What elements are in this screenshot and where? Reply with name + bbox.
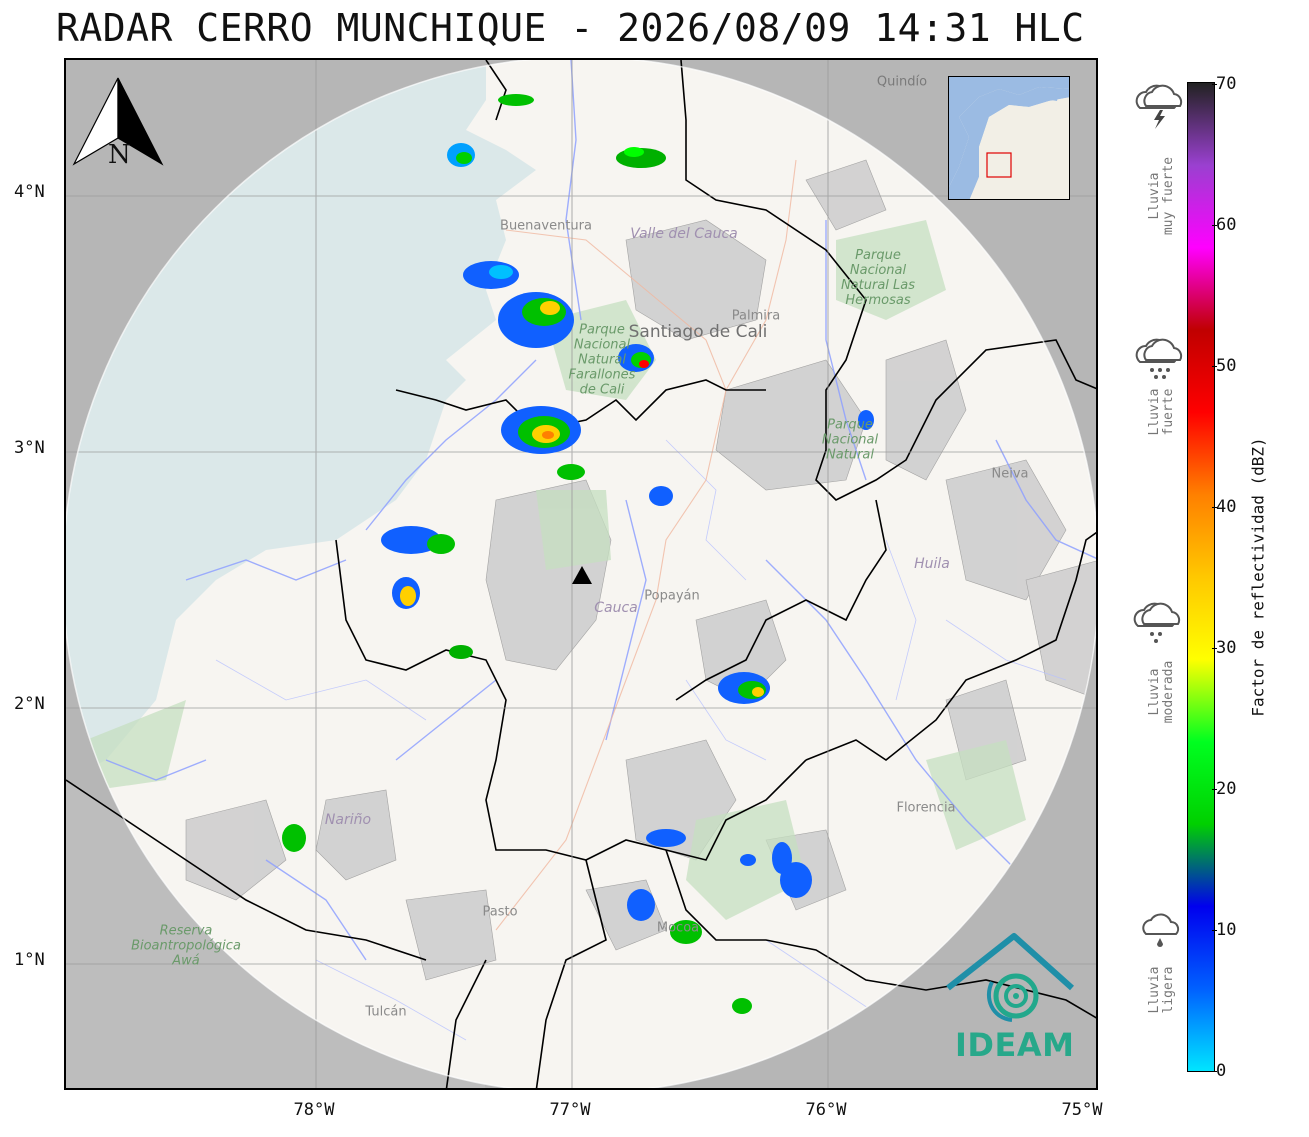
lat-tick-label: 2°N	[14, 694, 45, 714]
rain-category-sublabel: fuerte	[1161, 388, 1176, 436]
place-label: Santiago de Cali	[628, 322, 768, 342]
colorbar-tick: 0	[1211, 1061, 1227, 1081]
place-label: Cauca	[594, 600, 638, 616]
colorbar-tick: 10	[1211, 920, 1237, 940]
reflectivity-colorbar	[1187, 82, 1215, 1072]
lat-tick-label: 3°N	[14, 438, 45, 458]
colorbar-tick: 20	[1211, 779, 1237, 799]
radar-echo	[649, 486, 673, 506]
rain-category-label: Lluvia	[1147, 388, 1162, 436]
place-label: Buenaventura	[500, 218, 592, 234]
rain-category-sublabel: ligera	[1161, 966, 1176, 1014]
colorbar-tick: 50	[1211, 356, 1237, 376]
place-label: Tulcán	[365, 1004, 407, 1020]
lat-tick-label: 4°N	[14, 182, 45, 202]
place-label: Pasto	[482, 904, 518, 920]
radar-echo	[646, 829, 686, 847]
place-label: Valle del Cauca	[630, 226, 738, 242]
north-label: N	[108, 140, 131, 170]
radar-echo	[498, 94, 534, 106]
place-label: Parque Nacional Natural	[821, 417, 879, 463]
colorbar-title: Factor de reflectividad (dBZ)	[1248, 437, 1268, 717]
place-label: Quindío	[876, 74, 928, 90]
lon-tick-label: 77°W	[549, 1100, 591, 1120]
rain-category-sublabel: moderada	[1161, 660, 1176, 724]
radar-echo	[449, 645, 473, 659]
moderate-rain-cloud-icon	[1133, 602, 1181, 643]
place-label: Huila	[914, 556, 950, 572]
lon-tick-label: 78°W	[293, 1100, 335, 1120]
place-label: Florencia	[896, 800, 956, 816]
rain-category-sublabel: muy fuerte	[1161, 156, 1176, 236]
radar-echo	[732, 998, 752, 1014]
place-label: Popayán	[644, 588, 700, 604]
colorbar-tick: 60	[1211, 215, 1237, 235]
lon-tick-label: 75°W	[1061, 1100, 1103, 1120]
rain-category-label: Lluvia	[1147, 966, 1162, 1014]
rain-category-label: Lluvia	[1147, 172, 1162, 220]
place-label: Parque Nacional Natural Farallones de Ca…	[568, 322, 636, 398]
place-label: Nariño	[324, 812, 372, 828]
place-label: Palmira	[731, 308, 781, 324]
colorbar-tick: 40	[1211, 497, 1237, 517]
radar-map[interactable]: Buenaventura Valle del Cauca Santiago de…	[64, 58, 1098, 1090]
storm-cloud-icon	[1135, 84, 1183, 129]
place-label: Parque Nacional Natural Las Hermosas	[840, 248, 916, 308]
place-label: Mocoa	[656, 920, 700, 936]
colorbar-tick: 30	[1211, 638, 1237, 658]
radar-echo	[282, 824, 306, 852]
rain-category-label: Lluvia	[1147, 668, 1162, 716]
locator-inset-map	[948, 76, 1070, 200]
place-label: Reserva Bioantropológica Awá	[131, 923, 241, 969]
heavy-rain-cloud-icon	[1135, 338, 1183, 379]
colorbar-tick: 70	[1211, 74, 1237, 94]
map-title: RADAR CERRO MUNCHIQUE - 2026/08/09 14:31…	[56, 6, 1085, 50]
lon-tick-label: 76°W	[805, 1100, 847, 1120]
ideam-logo-text: IDEAM	[955, 1026, 1075, 1064]
radar-echo	[780, 862, 812, 898]
light-rain-cloud-icon	[1142, 913, 1180, 947]
lat-tick-label: 1°N	[14, 950, 45, 970]
radar-echo	[557, 464, 585, 480]
ideam-logo-icon	[946, 933, 1075, 1022]
place-label: Neiva	[991, 466, 1029, 482]
radar-echo	[627, 889, 655, 921]
